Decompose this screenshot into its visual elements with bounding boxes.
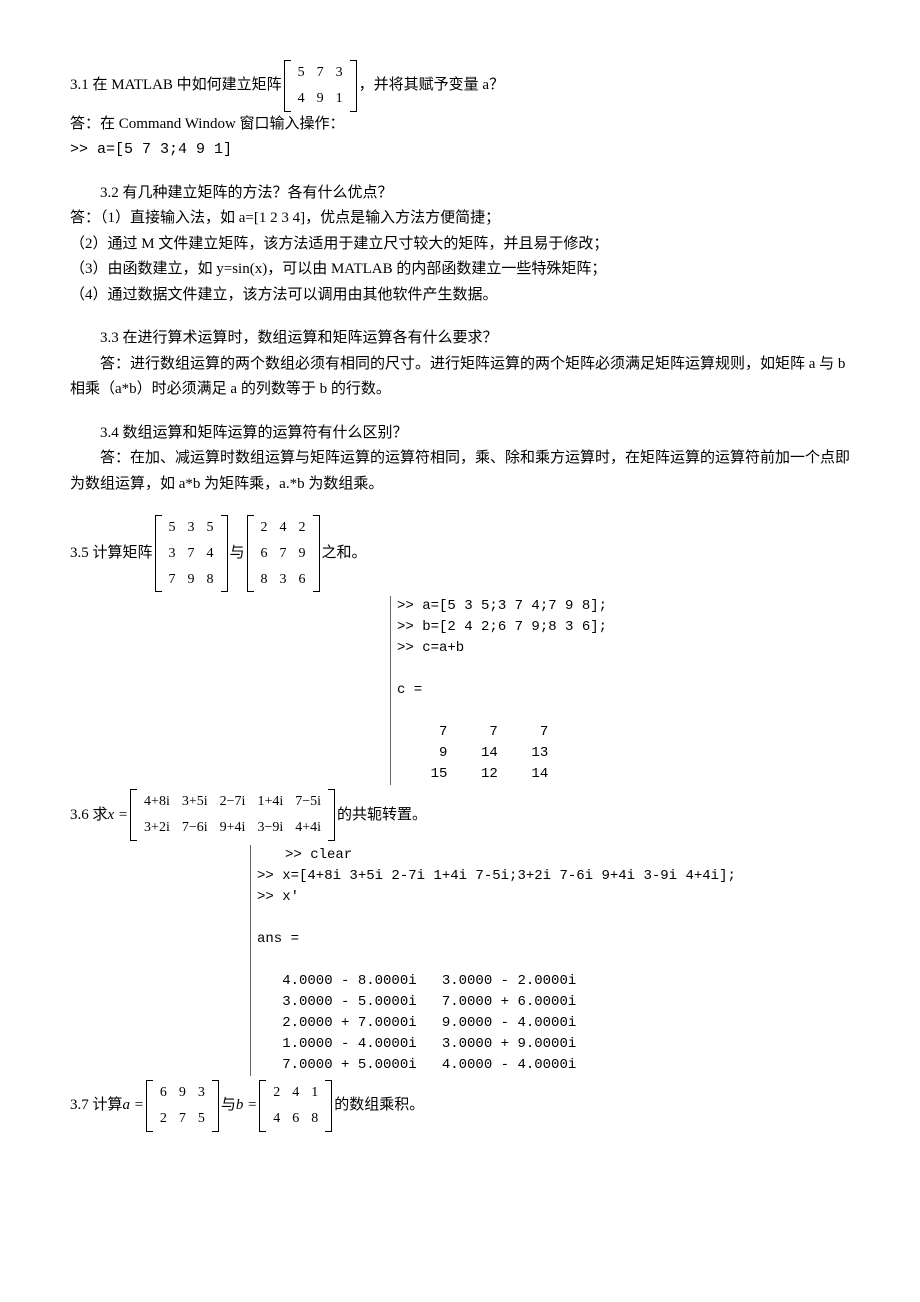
q35-code-output: >> a=[5 3 5;3 7 4;7 9 8]; >> b=[2 4 2;6 …: [390, 596, 850, 785]
q37-mid: 与: [221, 1093, 236, 1119]
q32-line4: （4）通过数据文件建立，该方法可以调用由其他软件产生数据。: [70, 283, 850, 309]
q37-matrix-b: 241 468: [259, 1080, 332, 1132]
q32-line3: （3）由函数建立，如 y=sin(x)，可以由 MATLAB 的内部函数建立一些…: [70, 257, 850, 283]
q32-line1: 答：（1）直接输入法，如 a=[1 2 3 4]，优点是输入方法方便简捷；: [70, 206, 850, 232]
q37-suffix: 的数组乘积。: [334, 1093, 424, 1119]
question-3-1: 3.1 在 MATLAB 中如何建立矩阵 573 491 ，并将其赋予变量 a？: [70, 60, 850, 112]
question-3-2: 3.2 有几种建立矩阵的方法？各有什么优点？: [70, 181, 850, 207]
q32-line2: （2）通过 M 文件建立矩阵，该方法适用于建立尺寸较大的矩阵，并且易于修改；: [70, 232, 850, 258]
q36-matrix: 4+8i3+5i2−7i1+4i7−5i 3+2i7−6i9+4i3−9i4+4…: [130, 789, 335, 841]
q31-prefix: 3.1 在 MATLAB 中如何建立矩阵: [70, 73, 282, 99]
q35-mid: 与: [230, 541, 245, 567]
question-3-5: 3.5 计算矩阵 535 374 798 与 242 679 836 之和。: [70, 515, 850, 592]
question-3-7: 3.7 计算 a = 693 275 与 b = 241 468 的数组乘积。: [70, 1080, 850, 1132]
q36-xeq: x =: [108, 803, 129, 829]
q31-suffix: ，并将其赋予变量 a？: [359, 73, 504, 99]
q33-answer: 答：进行数组运算的两个数组必须有相同的尺寸。进行矩阵运算的两个矩阵必须满足矩阵运…: [70, 352, 850, 403]
q37-aeq: a =: [123, 1093, 144, 1119]
question-3-6: 3.6 求 x = 4+8i3+5i2−7i1+4i7−5i 3+2i7−6i9…: [70, 789, 850, 841]
q36-code-output: >> clear >> x=[4+8i 3+5i 2-7i 1+4i 7-5i;…: [250, 845, 850, 1076]
q31-answer-code: >> a=[5 7 3;4 9 1]: [70, 137, 850, 163]
q36-prefix: 3.6 求: [70, 803, 108, 829]
q37-matrix-a: 693 275: [146, 1080, 219, 1132]
q31-matrix: 573 491: [284, 60, 357, 112]
q37-prefix: 3.7 计算: [70, 1093, 123, 1119]
q35-suffix: 之和。: [322, 541, 367, 567]
q35-matrix-b: 242 679 836: [247, 515, 320, 592]
question-3-3: 3.3 在进行算术运算时，数组运算和矩阵运算各有什么要求？: [70, 326, 850, 352]
q35-matrix-a: 535 374 798: [155, 515, 228, 592]
q37-beq: b =: [236, 1093, 257, 1119]
q31-answer-line1: 答：在 Command Window 窗口输入操作：: [70, 112, 850, 138]
q34-answer: 答：在加、减运算时数组运算与矩阵运算的运算符相同，乘、除和乘方运算时，在矩阵运算…: [70, 446, 850, 497]
q35-prefix: 3.5 计算矩阵: [70, 541, 153, 567]
question-3-4: 3.4 数组运算和矩阵运算的运算符有什么区别？: [70, 421, 850, 447]
q36-suffix: 的共轭转置。: [337, 803, 427, 829]
